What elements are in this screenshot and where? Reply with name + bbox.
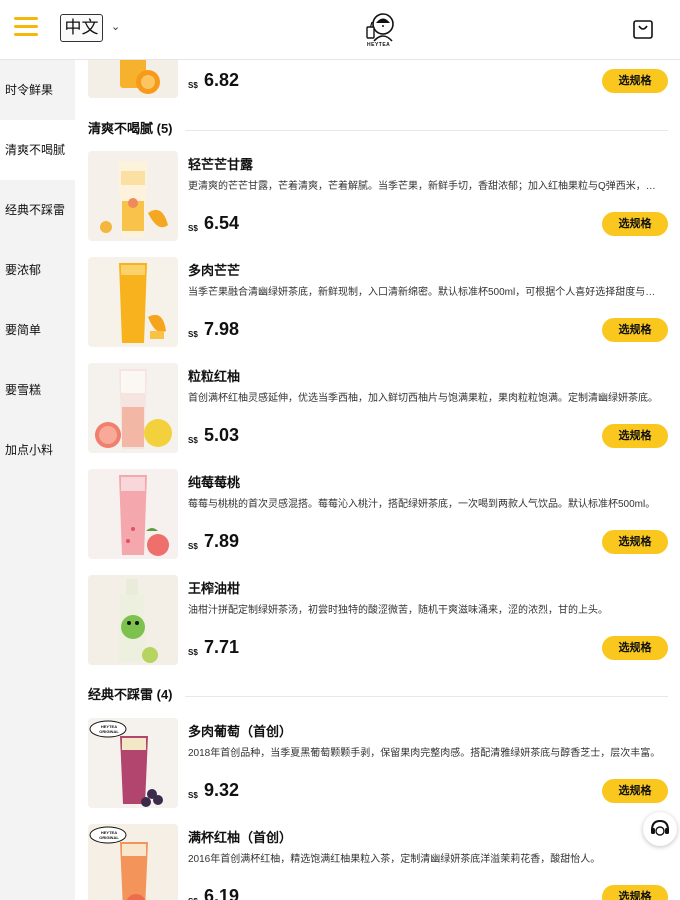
price-value: 7.98 — [204, 319, 240, 339]
product-name: 多肉芒芒 — [188, 263, 241, 278]
top-header: 中文 ⌄ HEYTEA — [0, 0, 680, 60]
select-spec-button[interactable]: 选规格 — [602, 779, 668, 803]
price-value: 5.03 — [204, 425, 240, 445]
language-selector[interactable]: 中文 — [60, 14, 103, 42]
select-spec-button[interactable]: 选规格 — [602, 885, 668, 900]
product-description: 2018年首创品种，当季夏黑葡萄颗颗手剥，保留果肉完整肉感。搭配清雅绿妍茶底与醇… — [188, 748, 661, 759]
price-value: 7.71 — [204, 637, 240, 657]
logo-text: HEYTEA — [367, 42, 391, 48]
list-item[interactable]: 粒粒红柚 首创满杯红柚灵感延伸，优选当季西柚，加入鲜切西柚片与饱满果粒，果肉粒粒… — [88, 363, 668, 455]
price-currency: S$ — [188, 648, 198, 657]
product-image — [88, 575, 178, 665]
price-value: 6.54 — [204, 213, 240, 233]
product-image — [88, 257, 178, 347]
product-name: 多肉葡萄（首创） — [188, 724, 293, 739]
section-divider — [185, 130, 668, 131]
product-image — [88, 469, 178, 559]
chevron-down-icon[interactable]: ⌄ — [111, 20, 120, 33]
section-divider — [185, 696, 668, 697]
sidebar-item-rich[interactable]: 要浓郁 — [0, 262, 75, 322]
list-item[interactable]: S$ 6.82 选规格 — [88, 60, 668, 100]
list-item[interactable]: 多肉芒芒 当季芒果融合清幽绿妍茶底，新鲜现制，入口清新绵密。默认标准杯500ml… — [88, 257, 668, 349]
select-spec-button[interactable]: 选规格 — [602, 212, 668, 236]
sidebar-item-toppings[interactable]: 加点小料 — [0, 442, 75, 502]
product-description: 莓莓与桃桃的首次灵感混搭。莓莓沁入桃汁，搭配绿妍茶底，一次喝到两款人气饮品。默认… — [188, 499, 656, 510]
product-description: 2016年首创满杯红柚，精选饱满红柚果粒入茶，定制清幽绿妍茶底洋溢茉莉花香，酸甜… — [188, 854, 601, 865]
select-spec-button[interactable]: 选规格 — [602, 530, 668, 554]
section-title: 经典不踩雷 (4) — [88, 687, 173, 702]
price-currency: S$ — [188, 330, 198, 339]
price-value: 6.82 — [204, 70, 240, 90]
price-currency: S$ — [188, 542, 198, 551]
origin-badge: HEYTEA ORIGINAL — [99, 724, 119, 734]
sidebar-item-ice-cream[interactable]: 要雪糕 — [0, 382, 75, 442]
product-name: 粒粒红柚 — [188, 369, 241, 384]
sidebar-item-refreshing[interactable]: 清爽不喝腻 — [0, 120, 75, 180]
list-item[interactable]: 轻芒芒甘露 更清爽的芒芒甘露，芒着清爽，芒着解腻。当季芒果，新鲜手切，香甜浓郁；… — [88, 151, 668, 243]
list-item[interactable]: HEYTEA ORIGINAL 满杯红柚（首创） 2016年首创满杯红柚，精选饱… — [88, 824, 668, 900]
product-name: 满杯红柚（首创） — [188, 830, 293, 845]
list-item[interactable]: HEYTEA ORIGINAL 多肉葡萄（首创） 2018年首创品种，当季夏黑葡… — [88, 718, 668, 810]
select-spec-button[interactable]: 选规格 — [602, 69, 668, 93]
price-value: 9.32 — [204, 780, 240, 800]
product-description: 油柑汁拼配定制绿妍茶汤，初尝时独特的酸涩微苦，随机干爽滋味涌来，涩的浓烈，甘的上… — [188, 605, 608, 616]
origin-badge: HEYTEA ORIGINAL — [99, 830, 119, 840]
list-item[interactable]: 纯莓莓桃 莓莓与桃桃的首次灵感混搭。莓莓沁入桃汁，搭配绿妍茶底，一次喝到两款人气… — [88, 469, 668, 561]
sidebar-item-simple[interactable]: 要简单 — [0, 322, 75, 382]
product-description: 当季芒果融合清幽绿妍茶底，新鲜现制，入口清新绵密。默认标准杯500ml，可根据个… — [188, 287, 662, 298]
price-currency: S$ — [188, 81, 198, 90]
product-name: 纯莓莓桃 — [188, 475, 241, 490]
sidebar-item-classics[interactable]: 经典不踩雷 — [0, 202, 75, 262]
product-description: 更清爽的芒芒甘露，芒着清爽，芒着解腻。当季芒果，新鲜手切，香甜浓郁；加入红柚果粒… — [188, 181, 662, 192]
select-spec-button[interactable]: 选规格 — [602, 318, 668, 342]
section-title: 清爽不喝腻 (5) — [88, 121, 173, 136]
product-image — [88, 151, 178, 241]
price-currency: S$ — [188, 224, 198, 233]
select-spec-button[interactable]: 选规格 — [602, 636, 668, 660]
price-value: 7.89 — [204, 531, 240, 551]
product-name: 王榨油柑 — [188, 581, 241, 596]
list-item[interactable]: 王榨油柑 油柑汁拼配定制绿妍茶汤，初尝时独特的酸涩微苦，随机干爽滋味涌来，涩的浓… — [88, 575, 668, 667]
product-image: HEYTEA ORIGINAL — [88, 824, 178, 900]
product-list: S$ 6.82 选规格 清爽不喝腻 (5) 轻芒芒甘露 更清爽的芒芒甘露，芒着清… — [75, 60, 680, 900]
product-description: 首创满杯红柚灵感延伸，优选当季西柚，加入鲜切西柚片与饱满果粒，果肉粒粒饱满。定制… — [188, 393, 658, 404]
hamburger-menu-icon[interactable] — [14, 17, 38, 37]
select-spec-button[interactable]: 选规格 — [602, 424, 668, 448]
headset-icon — [651, 819, 669, 836]
product-image — [88, 60, 178, 98]
category-sidebar: 时令鲜果 清爽不喝腻 经典不踩雷 要浓郁 要简单 要雪糕 加点小料 — [0, 60, 75, 900]
product-image: HEYTEA ORIGINAL — [88, 718, 178, 808]
price-currency: S$ — [188, 791, 198, 800]
shopping-bag-icon[interactable] — [632, 17, 654, 39]
product-image — [88, 363, 178, 453]
price-currency: S$ — [188, 436, 198, 445]
customer-service-button[interactable] — [643, 812, 677, 846]
product-name: 轻芒芒甘露 — [188, 157, 254, 172]
price-value: 6.19 — [204, 886, 240, 900]
